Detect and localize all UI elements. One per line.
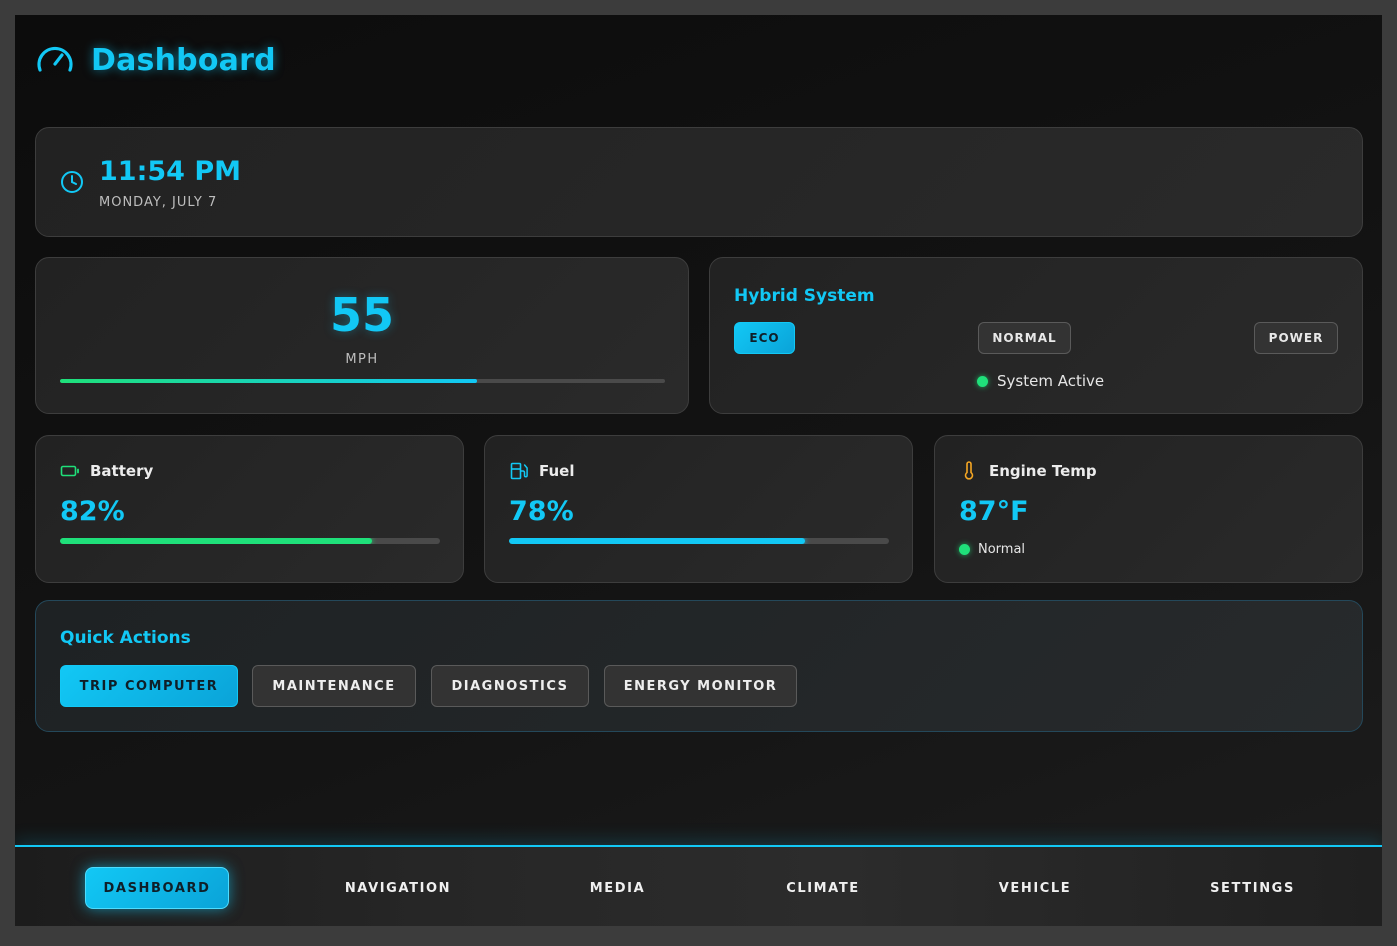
engine-temp-header: Engine Temp <box>959 461 1097 481</box>
engine-temp-status: Normal <box>959 542 1025 557</box>
bottom-navigation: DASHBOARD NAVIGATION MEDIA CLIMATE VEHIC… <box>15 845 1382 926</box>
dashboard-screen: Dashboard 11:54 PM MONDAY, JULY 7 55 MPH… <box>15 15 1382 926</box>
fuel-header: Fuel <box>509 461 575 481</box>
system-status-text: System Active <box>997 372 1105 390</box>
thermometer-icon <box>964 461 974 480</box>
speed-unit: MPH <box>345 352 379 367</box>
speed-value: 55 <box>329 288 394 342</box>
hybrid-system-card: Hybrid System ECO NORMAL POWER System Ac… <box>709 257 1363 414</box>
battery-bar-fill <box>60 538 372 544</box>
trip-computer-button[interactable]: TRIP COMPUTER <box>60 665 238 707</box>
clock-time: 11:54 PM <box>99 156 242 187</box>
battery-header: Battery <box>60 461 153 481</box>
nav-navigation[interactable]: NAVIGATION <box>333 867 463 909</box>
battery-card: Battery 82% <box>35 435 464 583</box>
diagnostics-button[interactable]: DIAGNOSTICS <box>431 665 589 707</box>
fuel-bar-track <box>509 538 889 544</box>
nav-settings[interactable]: SETTINGS <box>1195 867 1310 909</box>
nav-climate[interactable]: CLIMATE <box>767 867 879 909</box>
clock-card: 11:54 PM MONDAY, JULY 7 <box>35 127 1363 237</box>
battery-icon <box>60 465 79 477</box>
status-dot-icon <box>977 375 988 387</box>
page-title: Dashboard <box>91 42 276 78</box>
speedometer-icon <box>37 46 73 72</box>
system-status: System Active <box>977 372 1104 390</box>
clock-date: MONDAY, JULY 7 <box>99 195 218 210</box>
engine-temp-value: 87°F <box>959 496 1029 527</box>
speed-card: 55 MPH <box>35 257 689 414</box>
battery-value: 82% <box>60 496 125 527</box>
nav-vehicle[interactable]: VEHICLE <box>981 867 1089 909</box>
engine-temp-card: Engine Temp 87°F Normal <box>934 435 1363 583</box>
fuel-bar-fill <box>509 538 806 544</box>
speed-gauge-fill <box>60 379 478 383</box>
energy-monitor-button[interactable]: ENERGY MONITOR <box>604 665 797 707</box>
nav-dashboard[interactable]: DASHBOARD <box>85 867 229 909</box>
engine-temp-status-text: Normal <box>978 542 1026 557</box>
status-dot-icon <box>959 544 970 555</box>
engine-temp-label: Engine Temp <box>989 462 1097 480</box>
maintenance-button[interactable]: MAINTENANCE <box>252 665 416 707</box>
fuel-label: Fuel <box>539 462 575 480</box>
quick-actions-title: Quick Actions <box>60 628 191 648</box>
fuel-value: 78% <box>509 496 574 527</box>
hybrid-system-title: Hybrid System <box>734 286 875 306</box>
mode-normal-button[interactable]: NORMAL <box>978 322 1071 354</box>
speed-gauge-track <box>60 379 665 383</box>
battery-label: Battery <box>90 462 154 480</box>
page-header: Dashboard <box>35 40 276 80</box>
quick-actions-card: Quick Actions TRIP COMPUTER MAINTENANCE … <box>35 600 1363 732</box>
fuel-card: Fuel 78% <box>484 435 913 583</box>
mode-eco-button[interactable]: ECO <box>734 322 795 354</box>
mode-power-button[interactable]: POWER <box>1254 322 1338 354</box>
clock-icon <box>61 171 83 193</box>
battery-bar-track <box>60 538 440 544</box>
nav-media[interactable]: MEDIA <box>570 867 665 909</box>
fuel-pump-icon <box>510 462 528 480</box>
